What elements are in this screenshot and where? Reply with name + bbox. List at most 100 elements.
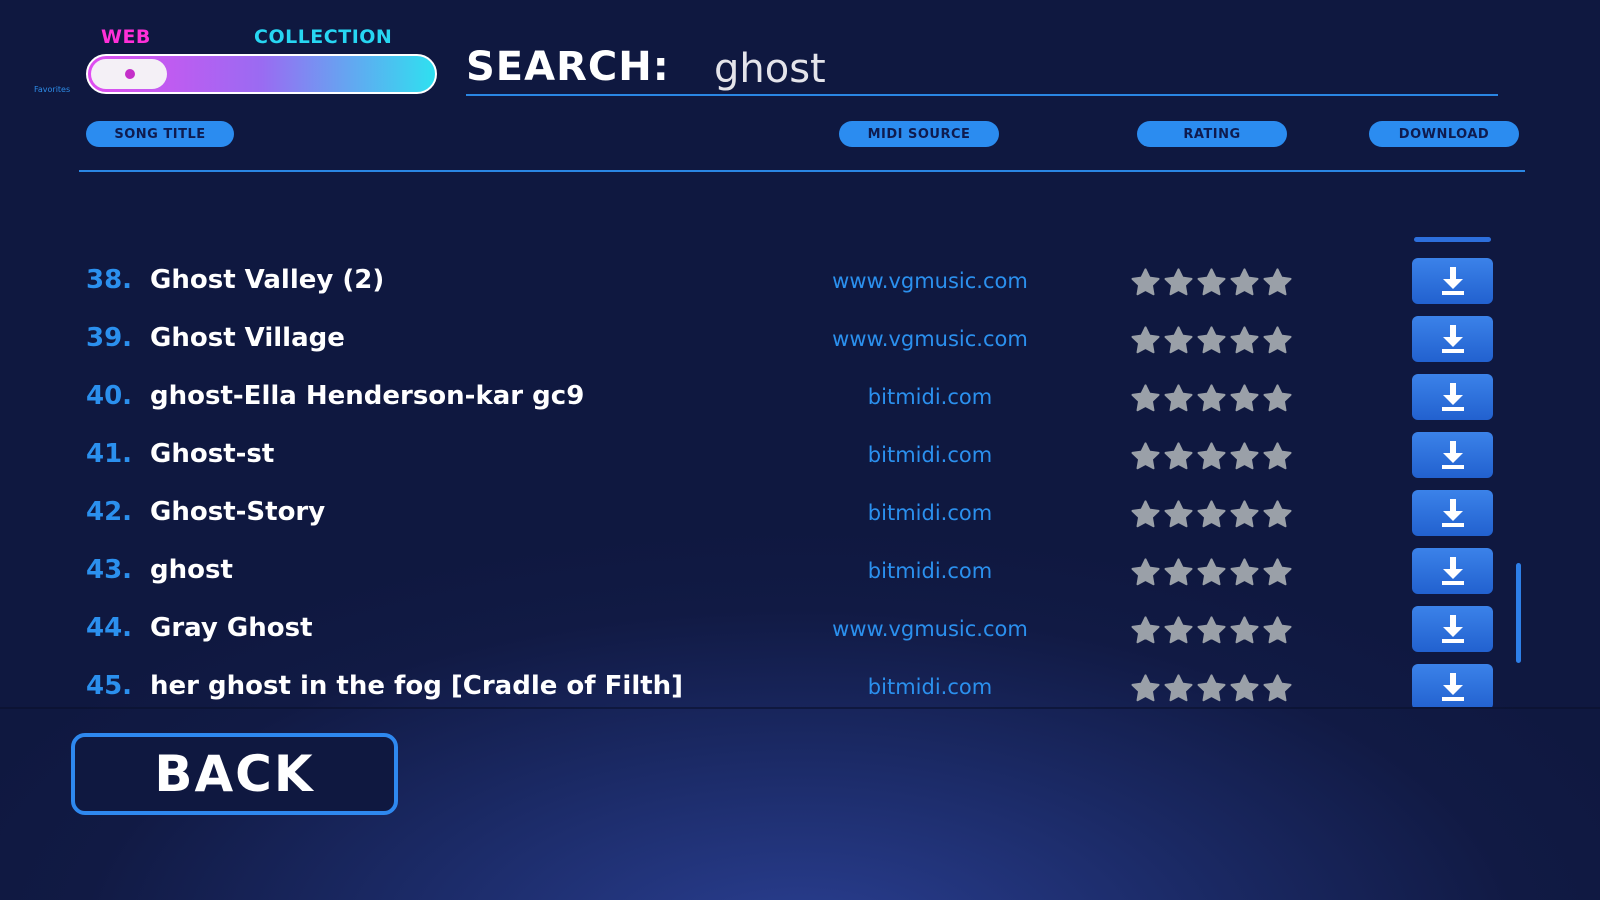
rating-stars[interactable] bbox=[1130, 383, 1293, 414]
midi-source-link[interactable]: bitmidi.com bbox=[780, 385, 1080, 409]
song-title[interactable]: Ghost-st bbox=[150, 439, 274, 469]
table-row[interactable]: 45. her ghost in the fog [Cradle of Filth… bbox=[0, 661, 1600, 707]
star-icon[interactable] bbox=[1229, 615, 1260, 646]
star-icon[interactable] bbox=[1130, 557, 1161, 588]
table-row[interactable]: 39. Ghost Village www.vgmusic.com bbox=[0, 313, 1600, 371]
star-icon[interactable] bbox=[1196, 441, 1227, 472]
download-icon bbox=[1441, 615, 1464, 643]
column-header-song-title[interactable]: SONG TITLE bbox=[86, 121, 234, 147]
rating-stars[interactable] bbox=[1130, 441, 1293, 472]
song-title[interactable]: ghost-Ella Henderson-kar gc9 bbox=[150, 381, 584, 411]
song-title[interactable]: her ghost in the fog [Cradle of Filth] bbox=[150, 671, 683, 701]
star-icon[interactable] bbox=[1262, 499, 1293, 530]
midi-source-link[interactable]: www.vgmusic.com bbox=[780, 327, 1080, 351]
midi-source-link[interactable]: bitmidi.com bbox=[780, 443, 1080, 467]
song-title[interactable]: Gray Ghost bbox=[150, 613, 313, 643]
column-header-rating[interactable]: RATING bbox=[1137, 121, 1287, 147]
star-icon[interactable] bbox=[1163, 325, 1194, 356]
column-header-midi-source[interactable]: MIDI SOURCE bbox=[839, 121, 999, 147]
download-button[interactable] bbox=[1412, 258, 1493, 304]
star-icon[interactable] bbox=[1163, 557, 1194, 588]
download-button[interactable] bbox=[1412, 548, 1493, 594]
star-icon[interactable] bbox=[1130, 267, 1161, 298]
download-button[interactable] bbox=[1412, 490, 1493, 536]
download-button[interactable] bbox=[1412, 664, 1493, 707]
table-row[interactable]: 41. Ghost-st bitmidi.com bbox=[0, 429, 1600, 487]
midi-source-link[interactable]: bitmidi.com bbox=[780, 559, 1080, 583]
star-icon[interactable] bbox=[1196, 615, 1227, 646]
rating-stars[interactable] bbox=[1130, 267, 1293, 298]
star-icon[interactable] bbox=[1196, 383, 1227, 414]
song-title[interactable]: Ghost-Story bbox=[150, 497, 325, 527]
download-button[interactable] bbox=[1412, 606, 1493, 652]
star-icon[interactable] bbox=[1130, 325, 1161, 356]
toggle-collection-label[interactable]: COLLECTION bbox=[254, 26, 392, 48]
star-icon[interactable] bbox=[1130, 499, 1161, 530]
rating-stars[interactable] bbox=[1130, 325, 1293, 356]
star-icon[interactable] bbox=[1130, 615, 1161, 646]
star-icon[interactable] bbox=[1262, 267, 1293, 298]
star-icon[interactable] bbox=[1229, 383, 1260, 414]
star-icon[interactable] bbox=[1130, 673, 1161, 704]
table-row[interactable]: 38. Ghost Valley (2) www.vgmusic.com bbox=[0, 255, 1600, 313]
midi-source-link[interactable]: bitmidi.com bbox=[780, 501, 1080, 525]
star-icon[interactable] bbox=[1196, 499, 1227, 530]
star-icon[interactable] bbox=[1229, 441, 1260, 472]
star-icon[interactable] bbox=[1262, 615, 1293, 646]
rating-stars[interactable] bbox=[1130, 499, 1293, 530]
download-button[interactable] bbox=[1412, 432, 1493, 478]
star-icon[interactable] bbox=[1196, 673, 1227, 704]
rating-stars[interactable] bbox=[1130, 673, 1293, 704]
star-icon[interactable] bbox=[1262, 673, 1293, 704]
download-button[interactable] bbox=[1412, 316, 1493, 362]
star-icon[interactable] bbox=[1262, 557, 1293, 588]
star-icon[interactable] bbox=[1262, 325, 1293, 356]
rating-stars[interactable] bbox=[1130, 615, 1293, 646]
star-icon[interactable] bbox=[1163, 499, 1194, 530]
midi-source-link[interactable]: www.vgmusic.com bbox=[780, 269, 1080, 293]
back-button-label: BACK bbox=[154, 745, 315, 803]
song-title[interactable]: Ghost Village bbox=[150, 323, 345, 353]
song-title[interactable]: Ghost Valley (2) bbox=[150, 265, 384, 295]
star-icon[interactable] bbox=[1163, 383, 1194, 414]
star-icon[interactable] bbox=[1163, 267, 1194, 298]
download-icon bbox=[1441, 267, 1464, 295]
download-icon bbox=[1441, 557, 1464, 585]
rating-stars[interactable] bbox=[1130, 557, 1293, 588]
star-icon[interactable] bbox=[1229, 325, 1260, 356]
star-icon[interactable] bbox=[1262, 383, 1293, 414]
download-button[interactable] bbox=[1412, 374, 1493, 420]
results-list[interactable]: 38. Ghost Valley (2) www.vgmusic.com 39. Gho… bbox=[0, 235, 1600, 707]
star-icon[interactable] bbox=[1229, 673, 1260, 704]
star-icon[interactable] bbox=[1229, 557, 1260, 588]
star-icon[interactable] bbox=[1196, 557, 1227, 588]
web-collection-toggle[interactable] bbox=[86, 54, 437, 94]
star-icon[interactable] bbox=[1196, 267, 1227, 298]
table-row[interactable]: 44. Gray Ghost www.vgmusic.com bbox=[0, 603, 1600, 661]
column-header-download[interactable]: DOWNLOAD bbox=[1369, 121, 1519, 147]
star-icon[interactable] bbox=[1130, 441, 1161, 472]
row-number: 39. bbox=[86, 323, 133, 353]
table-row[interactable]: 42. Ghost-Story bitmidi.com bbox=[0, 487, 1600, 545]
star-icon[interactable] bbox=[1229, 499, 1260, 530]
star-icon[interactable] bbox=[1163, 673, 1194, 704]
midi-source-link[interactable]: www.vgmusic.com bbox=[780, 617, 1080, 641]
star-icon[interactable] bbox=[1163, 441, 1194, 472]
star-icon[interactable] bbox=[1163, 615, 1194, 646]
table-row[interactable]: 40. ghost-Ella Henderson-kar gc9 bitmidi.c… bbox=[0, 371, 1600, 429]
star-icon[interactable] bbox=[1130, 383, 1161, 414]
search-input[interactable]: ghost bbox=[714, 46, 826, 92]
list-bottom-divider bbox=[0, 707, 1600, 709]
star-icon[interactable] bbox=[1196, 325, 1227, 356]
table-row[interactable]: 43. ghost bitmidi.com bbox=[0, 545, 1600, 603]
toggle-knob[interactable] bbox=[91, 59, 167, 89]
row-number: 45. bbox=[86, 671, 133, 701]
row-number: 43. bbox=[86, 555, 133, 585]
song-title[interactable]: ghost bbox=[150, 555, 233, 585]
scrollbar[interactable] bbox=[1516, 563, 1521, 663]
back-button[interactable]: BACK bbox=[71, 733, 398, 815]
star-icon[interactable] bbox=[1229, 267, 1260, 298]
toggle-web-label[interactable]: WEB bbox=[101, 26, 151, 48]
star-icon[interactable] bbox=[1262, 441, 1293, 472]
midi-source-link[interactable]: bitmidi.com bbox=[780, 675, 1080, 699]
